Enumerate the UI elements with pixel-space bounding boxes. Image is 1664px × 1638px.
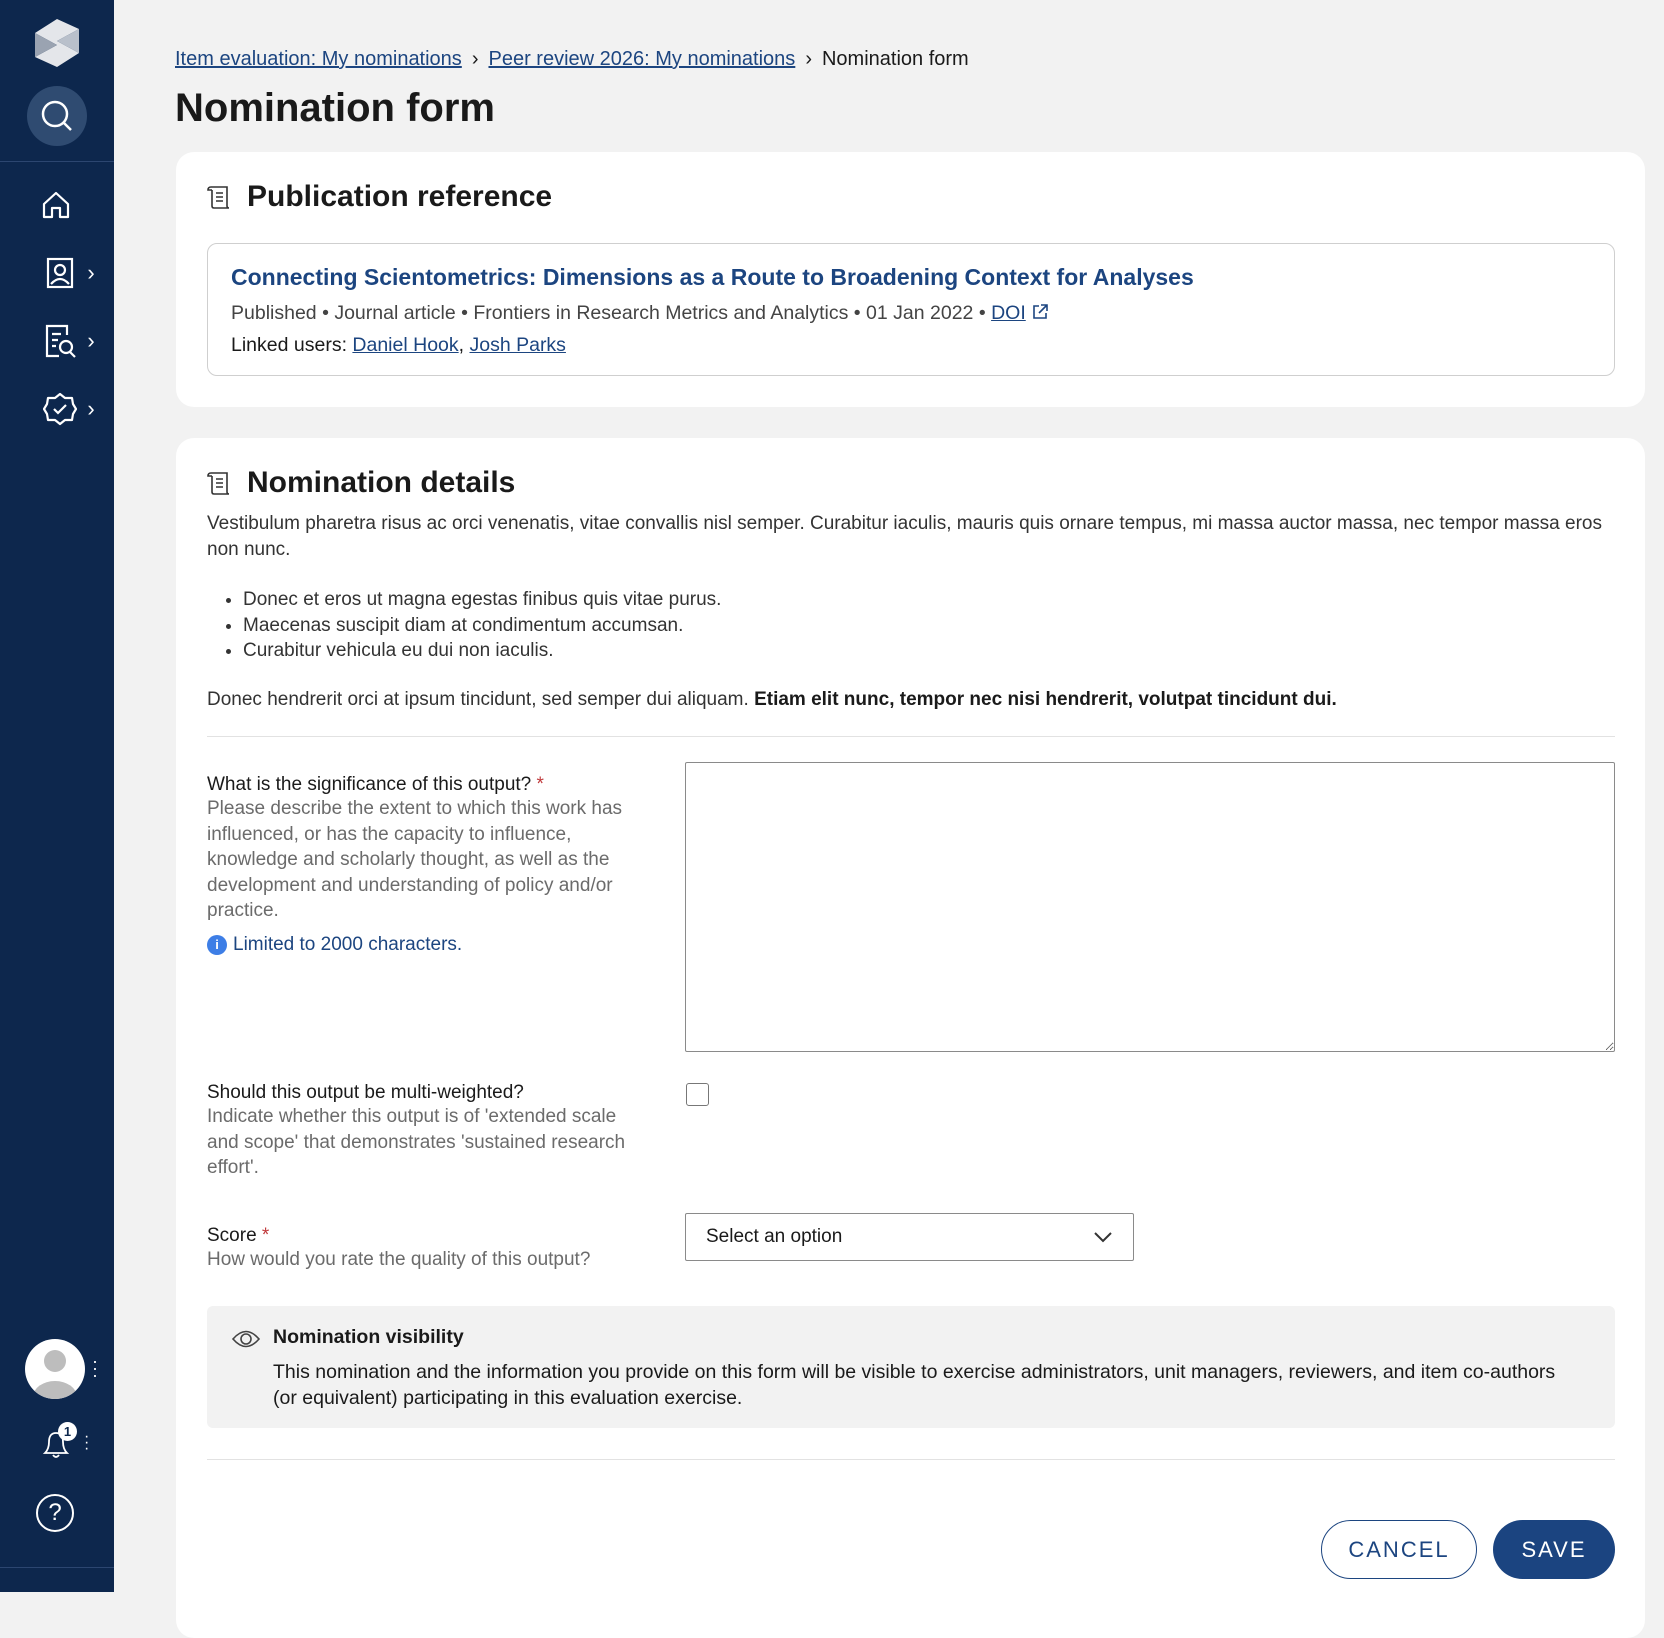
nav-review[interactable]: ›	[34, 323, 104, 359]
eye-icon	[232, 1330, 260, 1348]
notification-count-badge: 1	[58, 1422, 77, 1441]
publication-title[interactable]: Connecting Scientometrics: Dimensions as…	[231, 264, 1194, 291]
divider	[207, 736, 1615, 737]
breadcrumb-link-peer-review[interactable]: Peer review 2026: My nominations	[488, 48, 795, 71]
nav-home[interactable]	[36, 188, 76, 222]
cancel-button[interactable]: CANCEL	[1321, 1520, 1477, 1579]
notifications-button[interactable]: 1	[36, 1422, 77, 1464]
details-outro: Donec hendrerit orci at ipsum tincidunt,…	[207, 689, 1337, 710]
nav-profile[interactable]: ›	[34, 255, 104, 291]
profile-doc-icon	[47, 257, 74, 289]
sidebar: › › › · · · 1 · · · ?	[0, 0, 114, 1592]
divider	[207, 1459, 1615, 1460]
chevron-right-icon: ›	[805, 48, 812, 70]
user-avatar-icon	[33, 1350, 77, 1399]
avatar[interactable]	[25, 1339, 85, 1399]
external-link-icon	[1033, 304, 1048, 319]
significance-field-label: What is the significance of this output?…	[207, 774, 652, 956]
help-button[interactable]: ?	[36, 1494, 74, 1532]
multi-weighted-label: Should this output be multi-weighted? In…	[207, 1082, 626, 1178]
linked-users: Linked users: Daniel Hook, Josh Parks	[231, 334, 566, 356]
notifications-menu-icon[interactable]: · · ·	[84, 1429, 89, 1457]
chevron-right-icon: ›	[87, 396, 95, 421]
significance-textarea[interactable]	[685, 762, 1615, 1052]
section-heading: Publication reference	[207, 180, 552, 214]
user-link[interactable]: Josh Parks	[469, 334, 565, 356]
help-icon: ?	[48, 1499, 62, 1526]
app-logo[interactable]	[30, 16, 84, 70]
breadcrumb-link-item-evaluation[interactable]: Item evaluation: My nominations	[175, 48, 462, 71]
list-item: Maecenas suscipit diam at condimentum ac…	[243, 613, 721, 639]
breadcrumb: Item evaluation: My nominations › Peer r…	[175, 48, 969, 71]
scroll-icon	[207, 186, 230, 209]
section-heading: Nomination details	[207, 466, 515, 500]
doi-link[interactable]: DOI	[991, 302, 1026, 324]
publication-meta: Published • Journal article • Frontiers …	[231, 302, 1049, 325]
scroll-icon	[207, 472, 230, 495]
score-label: Score * How would you rate the quality o…	[207, 1225, 591, 1270]
publication-reference-card: Publication reference Connecting Sciento…	[176, 152, 1645, 407]
user-menu-icon[interactable]: · · ·	[92, 1352, 98, 1384]
visibility-notice: Nomination visibility This nomination an…	[207, 1306, 1615, 1428]
list-item: Donec et eros ut magna egestas finibus q…	[243, 587, 721, 613]
chevron-down-icon	[1094, 1232, 1112, 1243]
page-title: Nomination form	[175, 86, 495, 130]
search-button[interactable]	[27, 86, 87, 146]
list-item: Curabitur vehicula eu dui non iaculis.	[243, 638, 721, 664]
nav-verified[interactable]: ›	[34, 391, 104, 427]
document-search-icon	[46, 324, 77, 358]
chevron-right-icon: ›	[87, 260, 95, 285]
info-icon: i	[207, 934, 227, 955]
breadcrumb-current: Nomination form	[821, 48, 969, 70]
publication-box: Connecting Scientometrics: Dimensions as…	[207, 243, 1615, 376]
score-select[interactable]: Select an option	[685, 1213, 1134, 1261]
badge-check-icon	[43, 392, 78, 426]
chevron-right-icon: ›	[87, 328, 95, 353]
user-link[interactable]: Daniel Hook	[352, 334, 458, 356]
chevron-right-icon: ›	[471, 48, 479, 70]
save-button[interactable]: SAVE	[1493, 1520, 1615, 1579]
visibility-title: Nomination visibility	[273, 1326, 464, 1348]
nomination-details-card: Nomination details Vestibulum pharetra r…	[176, 438, 1645, 1638]
visibility-text: This nomination and the information you …	[273, 1361, 1556, 1409]
details-intro: Vestibulum pharetra risus ac orci venena…	[207, 513, 1602, 560]
details-list: Donec et eros ut magna egestas finibus q…	[221, 587, 721, 664]
home-icon	[42, 191, 70, 219]
multi-weighted-checkbox[interactable]	[686, 1083, 709, 1106]
char-limit-note: i Limited to 2000 characters.	[207, 934, 652, 956]
search-icon	[41, 100, 72, 131]
